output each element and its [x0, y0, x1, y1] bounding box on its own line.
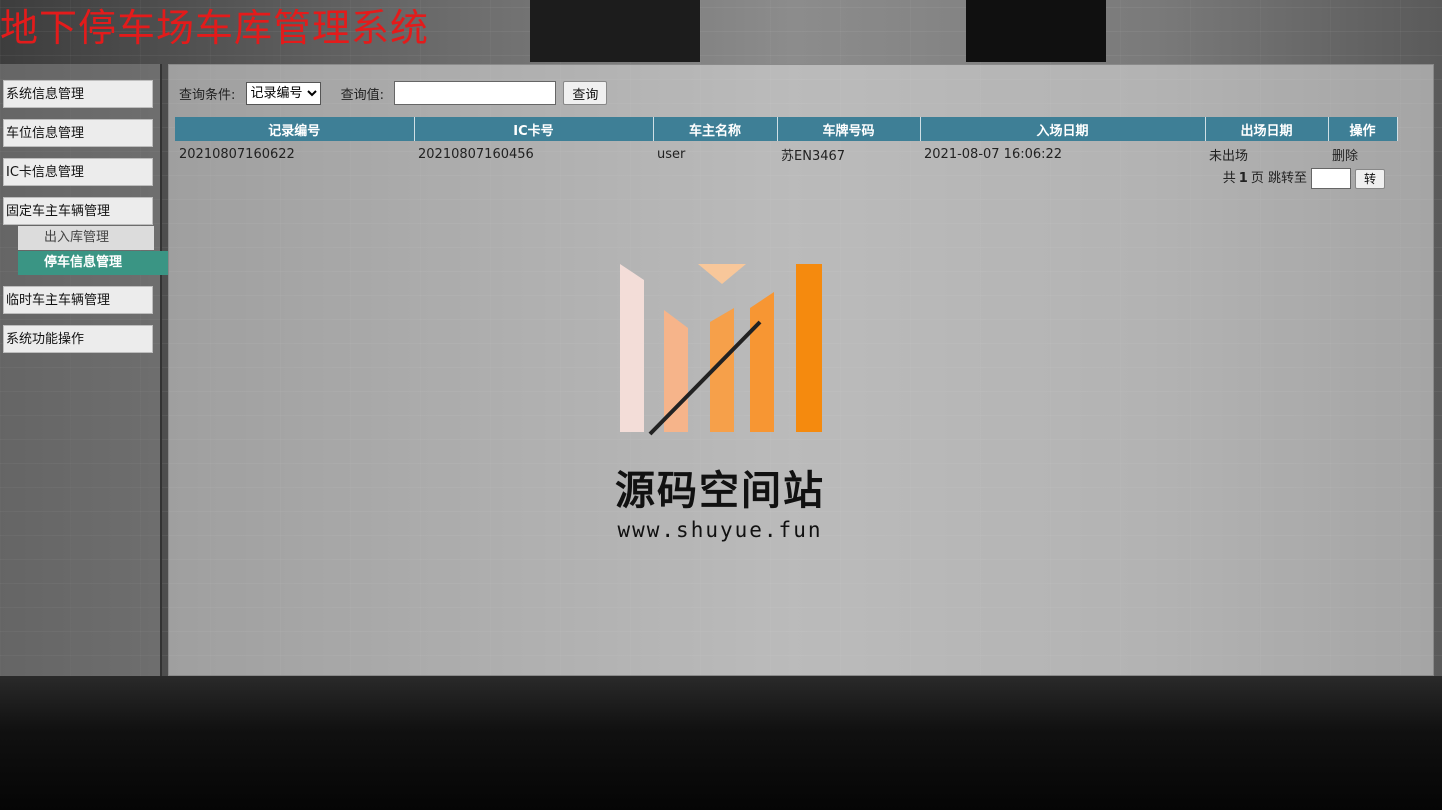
- sidebar: 系统信息管理 车位信息管理 IC卡信息管理 固定车主车辆管理 出入库管理 停车信…: [0, 64, 168, 676]
- cell-entry-date: 2021-08-07 16:06:22: [924, 146, 1063, 162]
- watermark: 源码空间站 www.shuyue.fun: [600, 262, 840, 552]
- table-row: 20210807160622 20210807160456 user 苏EN34…: [175, 141, 1397, 167]
- sidebar-item-system-functions[interactable]: 系统功能操作: [3, 325, 153, 353]
- sidebar-subitem-in-out[interactable]: 出入库管理: [18, 226, 154, 250]
- sidebar-item-temp-owner[interactable]: 临时车主车辆管理: [3, 286, 153, 314]
- sidebar-item-system-info[interactable]: 系统信息管理: [3, 80, 153, 108]
- cell-owner: user: [657, 146, 686, 162]
- column-header-entry-date[interactable]: 入场日期: [920, 117, 1206, 141]
- garage-floor: [0, 676, 1442, 810]
- pager-suffix: 页 跳转至: [1250, 171, 1307, 186]
- page-go-button[interactable]: 转: [1354, 168, 1385, 189]
- watermark-text: 源码空间站: [615, 468, 825, 514]
- background-ceiling-block-left: [530, 0, 700, 62]
- cell-ic-card: 20210807160456: [418, 146, 534, 162]
- column-header-record-no[interactable]: 记录编号: [175, 117, 415, 141]
- cell-exit-date: 未出场: [1209, 148, 1249, 164]
- sidebar-item-parking-space[interactable]: 车位信息管理: [3, 119, 153, 147]
- search-condition-select[interactable]: 记录编号: [245, 81, 321, 105]
- search-button[interactable]: 查询: [563, 81, 608, 105]
- background-ceiling-block: [966, 0, 1106, 62]
- pager-total-pages: 1: [1238, 171, 1248, 186]
- column-header-action: 操作: [1328, 117, 1398, 141]
- column-header-exit-date[interactable]: 出场日期: [1205, 117, 1329, 141]
- search-condition-label: 查询条件:: [179, 87, 236, 103]
- sidebar-item-ic-card[interactable]: IC卡信息管理: [3, 158, 153, 186]
- sidebar-item-fixed-owner[interactable]: 固定车主车辆管理: [3, 197, 153, 225]
- bar-logo-icon: [620, 264, 822, 436]
- search-value-label: 查询值:: [340, 87, 385, 103]
- page-title: 地下停车场车库管理系统: [0, 6, 430, 50]
- delete-link[interactable]: 删除: [1328, 141, 1397, 167]
- pagination: 共1页 跳转至 转: [1223, 167, 1385, 189]
- parking-records-table: 记录编号 IC卡号 车主名称 车牌号码 入场日期 出场日期 操作 2021080…: [175, 117, 1398, 167]
- cell-plate: 苏EN3467: [781, 148, 846, 164]
- search-bar: 查询条件: 记录编号 查询值: 查询: [179, 81, 608, 107]
- page-jump-input[interactable]: [1310, 168, 1351, 189]
- watermark-url: www.shuyue.fun: [617, 518, 823, 542]
- cell-record-no: 20210807160622: [179, 146, 295, 162]
- column-header-owner[interactable]: 车主名称: [653, 117, 778, 141]
- column-header-ic-card[interactable]: IC卡号: [414, 117, 654, 141]
- search-value-input[interactable]: [394, 81, 557, 105]
- table-header-row: 记录编号 IC卡号 车主名称 车牌号码 入场日期 出场日期 操作: [175, 117, 1398, 141]
- column-header-plate[interactable]: 车牌号码: [777, 117, 921, 141]
- sidebar-subitem-parking-info[interactable]: 停车信息管理: [18, 251, 168, 275]
- pager-prefix: 共: [1222, 171, 1236, 186]
